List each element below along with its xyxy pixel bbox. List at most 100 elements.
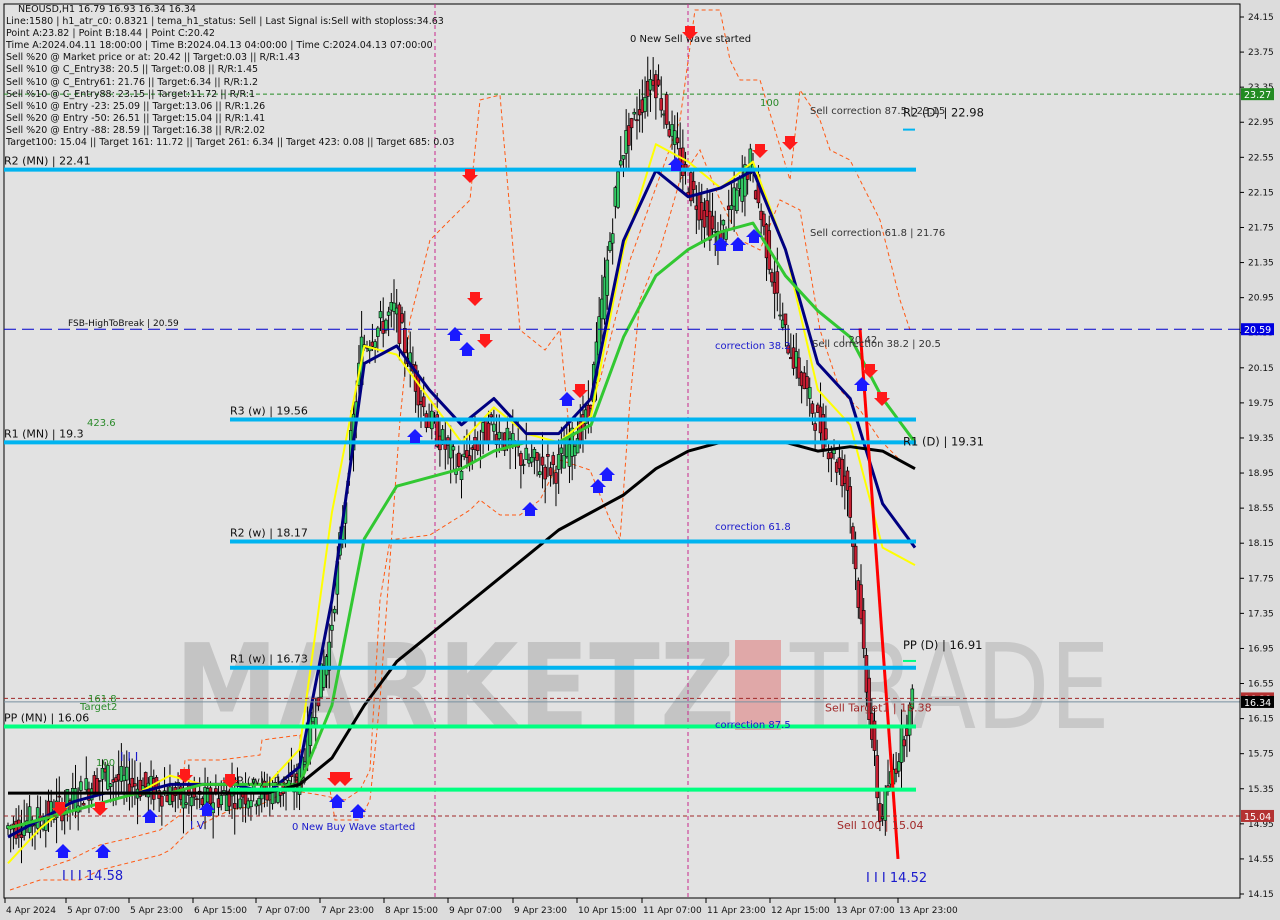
y-tick-label: 14.15 xyxy=(1248,890,1274,900)
bear-candle xyxy=(824,428,828,440)
price-tag-label: 15.04 xyxy=(1244,812,1271,823)
info-panel: NEOUSD,H1 16.79 16.93 16.34 16.34 Line:1… xyxy=(6,4,454,149)
bull-candle xyxy=(97,780,102,782)
chart-annotation: correction 61.8 xyxy=(715,522,791,533)
bull-candle xyxy=(621,155,626,160)
chart-annotation: I I I 14.58 xyxy=(62,869,123,884)
bull-candle xyxy=(79,781,83,791)
target-label: Sell 100 | 15.04 xyxy=(837,819,924,832)
bear-candle xyxy=(543,466,547,480)
bull-candle xyxy=(84,778,89,791)
x-tick-label: 9 Apr 07:00 xyxy=(449,906,502,916)
bear-candle xyxy=(397,304,402,344)
x-tick-label: 10 Apr 15:00 xyxy=(578,906,637,916)
y-tick-label: 19.75 xyxy=(1248,399,1274,409)
info-line: Sell %20 @ Entry -50: 26.51 || Target:15… xyxy=(6,112,266,124)
x-tick-label: 12 Apr 15:00 xyxy=(771,906,830,916)
bull-candle xyxy=(124,766,129,781)
bear-candle xyxy=(691,180,696,190)
bear-candle xyxy=(635,119,639,122)
y-tick-label: 15.75 xyxy=(1248,750,1274,760)
bull-candle xyxy=(451,446,456,451)
chart-annotation: 0 New Buy Wave started xyxy=(292,822,415,833)
pivot-level-label: R3 (w) | 19.56 xyxy=(230,405,308,418)
bull-candle xyxy=(616,171,620,208)
x-tick-label: 11 Apr 23:00 xyxy=(707,906,766,916)
bull-candle xyxy=(556,454,561,470)
pivot-level-label: R2 (MN) | 22.41 xyxy=(4,155,91,168)
bull-candle xyxy=(376,327,380,337)
bull-candle xyxy=(897,761,901,772)
bear-candle xyxy=(551,455,556,465)
bull-candle xyxy=(492,423,496,432)
y-tick-label: 16.55 xyxy=(1248,680,1274,690)
bear-candle xyxy=(489,414,493,418)
info-line: Sell %10 @ C_Entry38: 20.5 || Target:0.0… xyxy=(6,64,259,76)
info-line: Sell %10 @ Entry -23: 25.09 || Target:13… xyxy=(6,100,266,112)
bear-candle xyxy=(627,125,631,146)
bull-candle xyxy=(632,111,637,115)
bear-candle xyxy=(232,803,237,809)
bull-candle xyxy=(605,259,610,296)
info-line: Target100: 15.04 || Target 161: 11.72 ||… xyxy=(6,137,455,149)
bull-candle xyxy=(108,783,113,787)
bull-candle xyxy=(330,624,334,631)
bull-candle xyxy=(521,464,526,466)
bear-candle xyxy=(421,396,426,408)
bear-candle xyxy=(770,272,774,283)
watermark-bar xyxy=(735,640,781,730)
bull-candle xyxy=(721,219,726,226)
price-tag-label: 20.59 xyxy=(1244,325,1271,336)
x-tick-label: 9 Apr 23:00 xyxy=(514,906,567,916)
bear-candle xyxy=(851,526,855,547)
y-tick-label: 15.35 xyxy=(1248,785,1274,795)
info-line: Sell %10 @ C_Entry88: 23.15 || Target:11… xyxy=(6,88,256,100)
y-tick-label: 19.35 xyxy=(1248,434,1274,444)
bull-candle xyxy=(384,319,388,331)
bear-candle xyxy=(403,328,407,353)
bull-candle xyxy=(27,806,32,833)
bear-candle xyxy=(486,422,491,444)
bull-candle xyxy=(537,471,542,475)
bull-candle xyxy=(643,97,647,112)
bear-candle xyxy=(902,739,907,747)
daily-pivot-label: PP (D) | 16.91 xyxy=(903,638,982,652)
y-tick-label: 21.75 xyxy=(1248,223,1274,233)
price-tag-label: 16.34 xyxy=(1244,698,1271,709)
bull-candle xyxy=(184,802,188,805)
bear-candle xyxy=(548,467,553,476)
bear-candle xyxy=(195,798,199,801)
y-tick-label: 24.15 xyxy=(1248,13,1274,23)
info-line: Sell %10 @ C_Entry61: 21.76 || Target:6.… xyxy=(6,76,259,88)
bear-candle xyxy=(853,545,858,570)
bull-candle xyxy=(524,447,529,460)
x-tick-label: 4 Apr 2024 xyxy=(6,906,56,916)
bull-candle xyxy=(313,717,318,726)
bull-candle xyxy=(807,387,812,399)
bull-candle xyxy=(559,447,564,454)
y-tick-label: 14.55 xyxy=(1248,855,1274,865)
y-tick-label: 22.55 xyxy=(1248,153,1274,163)
bear-candle xyxy=(535,452,539,461)
y-tick-label: 23.75 xyxy=(1248,48,1274,58)
fsb-label: FSB-HighToBreak | 20.59 xyxy=(68,319,179,329)
y-tick-label: 20.15 xyxy=(1248,364,1274,374)
bear-candle xyxy=(810,403,815,414)
watermark-left: MARKETZ xyxy=(175,618,735,756)
bear-candle xyxy=(133,783,137,787)
info-line: Sell %20 @ Market price or at: 20.42 || … xyxy=(6,52,300,64)
bull-candle xyxy=(459,470,464,480)
y-tick-label: 22.95 xyxy=(1248,118,1274,128)
bull-candle xyxy=(778,314,782,317)
bear-candle xyxy=(654,74,658,99)
bull-candle xyxy=(497,431,502,439)
chart-annotation: I I I xyxy=(120,750,138,764)
bear-candle xyxy=(540,456,545,466)
x-tick-label: 5 Apr 23:00 xyxy=(130,906,183,916)
bull-candle xyxy=(257,798,261,806)
chart-annotation: I V xyxy=(190,819,205,832)
x-tick-label: 7 Apr 23:00 xyxy=(321,906,374,916)
chart-annotation: 423.6 xyxy=(87,418,116,429)
bull-candle xyxy=(378,311,383,319)
info-line: Point A:23.82 | Point B:18.44 | Point C:… xyxy=(6,28,215,40)
